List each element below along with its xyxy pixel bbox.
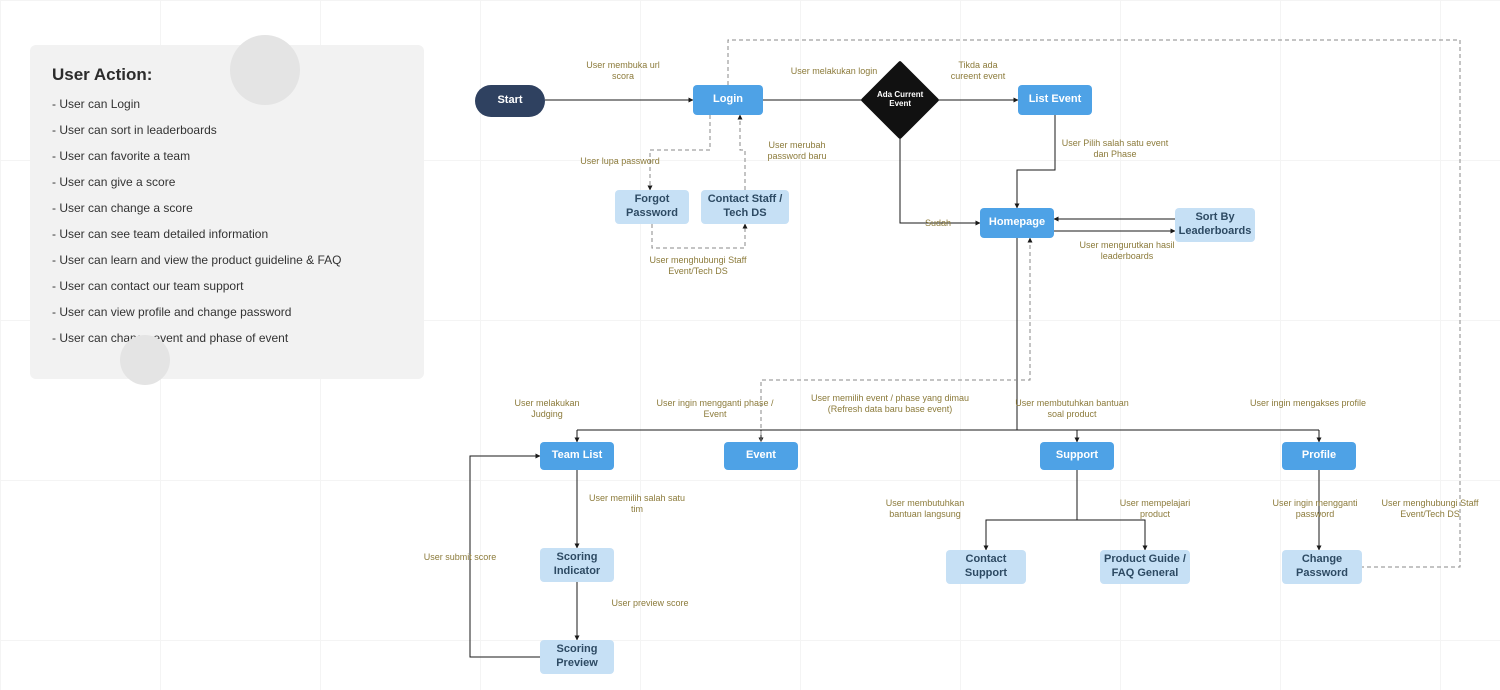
- edge-label: User membutuhkan bantuan langsung: [870, 498, 980, 520]
- edge-label: User memilih event / phase yang dimau (R…: [800, 393, 980, 415]
- node-scoring-preview[interactable]: Scoring Preview: [540, 640, 614, 674]
- node-list-event[interactable]: List Event: [1018, 85, 1092, 115]
- node-start[interactable]: Start: [475, 85, 545, 117]
- node-change-password[interactable]: Change Password: [1282, 550, 1362, 584]
- decorative-circle: [230, 35, 300, 105]
- node-decision-label: Ada Current Event: [876, 91, 924, 109]
- edge-label: User melakukan login: [784, 66, 884, 77]
- edge-label: User memilih salah satu tim: [582, 493, 692, 515]
- edge-label: User ingin mengganti phase / Event: [655, 398, 775, 420]
- edge-label: User submit score: [415, 552, 505, 563]
- edge-label: User melakukan Judging: [502, 398, 592, 420]
- decorative-circle: [120, 335, 170, 385]
- edge-label: User lupa password: [570, 156, 670, 167]
- panel-list: User can Login User can sort in leaderbo…: [52, 97, 402, 345]
- edge-label: User membuka url scora: [578, 60, 668, 82]
- edge-label: User mempelajari product: [1110, 498, 1200, 520]
- node-homepage[interactable]: Homepage: [980, 208, 1054, 238]
- edge-label: User menghubungi Staff Event/Tech DS: [1375, 498, 1485, 520]
- panel-item: User can view profile and change passwor…: [52, 305, 402, 319]
- panel-item: User can change event and phase of event: [52, 331, 402, 345]
- node-scoring-indicator[interactable]: Scoring Indicator: [540, 548, 614, 582]
- panel-item: User can contact our team support: [52, 279, 402, 293]
- node-profile[interactable]: Profile: [1282, 442, 1356, 470]
- panel-title: User Action:: [52, 65, 402, 85]
- node-forgot-password[interactable]: Forgot Password: [615, 190, 689, 224]
- diagram-canvas: User Action: User can Login User can sor…: [0, 0, 1500, 690]
- edge-label: User Pilih salah satu event dan Phase: [1060, 138, 1170, 160]
- panel-item: User can Login: [52, 97, 402, 111]
- panel-item: User can give a score: [52, 175, 402, 189]
- edge-label: User ingin mengganti password: [1260, 498, 1370, 520]
- user-action-panel: User Action: User can Login User can sor…: [30, 45, 424, 379]
- panel-item: User can learn and view the product guid…: [52, 253, 402, 267]
- edge-label: User preview score: [600, 598, 700, 609]
- node-support[interactable]: Support: [1040, 442, 1114, 470]
- node-contact-support[interactable]: Contact Support: [946, 550, 1026, 584]
- edge-label: User mengurutkan hasil leaderboards: [1072, 240, 1182, 262]
- panel-item: User can favorite a team: [52, 149, 402, 163]
- edge-label: User membutuhkan bantuan soal product: [1012, 398, 1132, 420]
- panel-item: User can change a score: [52, 201, 402, 215]
- edge-label: Tikda ada cureent event: [943, 60, 1013, 82]
- edge-label: User ingin mengakses profile: [1248, 398, 1368, 409]
- node-product-guide[interactable]: Product Guide / FAQ General: [1100, 550, 1190, 584]
- edge-label: Sudah: [918, 218, 958, 229]
- node-event[interactable]: Event: [724, 442, 798, 470]
- node-login[interactable]: Login: [693, 85, 763, 115]
- edge-label: User menghubungi Staff Event/Tech DS: [638, 255, 758, 277]
- panel-item: User can sort in leaderboards: [52, 123, 402, 137]
- panel-item: User can see team detailed information: [52, 227, 402, 241]
- node-team-list[interactable]: Team List: [540, 442, 614, 470]
- node-contact-staff[interactable]: Contact Staff / Tech DS: [701, 190, 789, 224]
- node-sort-by[interactable]: Sort By Leaderboards: [1175, 208, 1255, 242]
- edge-label: User merubah password baru: [757, 140, 837, 162]
